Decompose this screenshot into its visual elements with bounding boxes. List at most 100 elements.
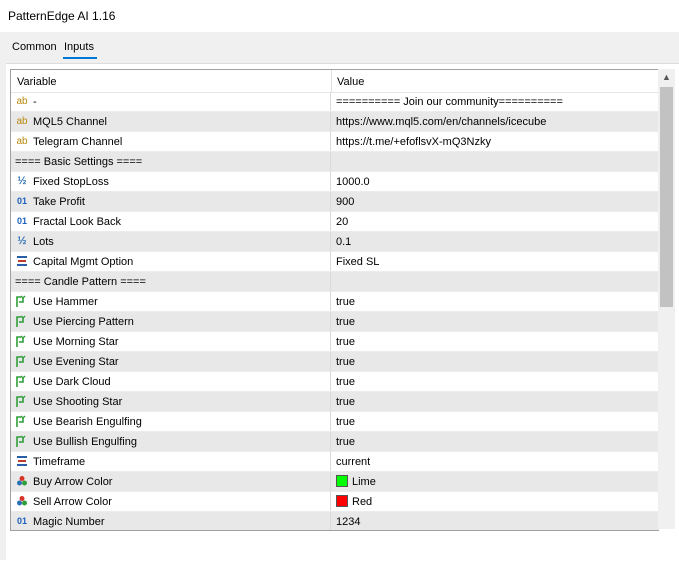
row-value-cell[interactable]	[332, 152, 659, 171]
color-type-icon	[15, 475, 29, 488]
grid-rows: ab - ========== Join our community========…	[11, 92, 659, 530]
table-row[interactable]: ==== Basic Settings ====	[11, 152, 659, 172]
table-row[interactable]: Timeframe current	[11, 452, 659, 472]
grid-header: Variable Value	[11, 70, 659, 93]
scroll-up-icon[interactable]: ▲	[660, 71, 673, 84]
header-separator	[331, 70, 332, 92]
table-row[interactable]: Buy Arrow Color Lime	[11, 472, 659, 492]
row-variable-name: MQL5 Channel	[33, 116, 107, 128]
header-value[interactable]: Value	[337, 76, 364, 88]
scroll-thumb[interactable]	[660, 87, 673, 307]
row-value-cell[interactable]: true	[332, 432, 659, 451]
row-value[interactable]: https://www.mql5.com/en/channels/icecube	[336, 116, 546, 128]
row-value[interactable]: 20	[336, 216, 348, 228]
row-value-cell[interactable]: true	[332, 352, 659, 371]
row-variable-name: ==== Basic Settings ====	[15, 156, 143, 168]
table-row[interactable]: ab - ========== Join our community========…	[11, 92, 659, 112]
string-type-icon: ab	[16, 96, 28, 107]
row-variable-cell: Sell Arrow Color	[11, 492, 331, 511]
row-value-cell[interactable]: true	[332, 292, 659, 311]
table-row[interactable]: 01 Magic Number 1234	[11, 512, 659, 530]
header-variable[interactable]: Variable	[17, 76, 57, 88]
table-row[interactable]: Use Bearish Engulfing true	[11, 412, 659, 432]
row-value-cell[interactable]: true	[332, 312, 659, 331]
row-value[interactable]: Fixed SL	[336, 256, 379, 268]
table-row[interactable]: Use Evening Star true	[11, 352, 659, 372]
bool-type-icon	[15, 335, 29, 348]
table-row[interactable]: Use Hammer true	[11, 292, 659, 312]
row-variable-name: Sell Arrow Color	[33, 496, 112, 508]
inputs-grid: Variable Value ab - ========== Join our co…	[10, 69, 659, 531]
row-value-cell[interactable]: https://www.mql5.com/en/channels/icecube	[332, 112, 659, 131]
row-value[interactable]: true	[336, 356, 355, 368]
table-row[interactable]: Sell Arrow Color Red	[11, 492, 659, 512]
active-tab-indicator	[63, 57, 97, 59]
row-value-cell[interactable]: 20	[332, 212, 659, 231]
row-variable-name: Lots	[33, 236, 54, 248]
row-value-cell[interactable]: 1234	[332, 512, 659, 530]
table-row[interactable]: Use Dark Cloud true	[11, 372, 659, 392]
row-value-cell[interactable]: true	[332, 392, 659, 411]
tab-inputs[interactable]: Inputs	[64, 41, 94, 53]
row-variable-name: Telegram Channel	[33, 136, 123, 148]
row-variable-cell: ab -	[11, 92, 331, 111]
row-value[interactable]: 1000.0	[336, 176, 370, 188]
row-value-cell[interactable]: ========== Join our community==========	[332, 92, 659, 111]
table-row[interactable]: ab Telegram Channel https://t.me/+efoflsvX…	[11, 132, 659, 152]
table-row[interactable]: Use Shooting Star true	[11, 392, 659, 412]
row-value[interactable]: true	[336, 436, 355, 448]
bool-type-icon	[15, 415, 29, 428]
table-row[interactable]: Use Piercing Pattern true	[11, 312, 659, 332]
row-value[interactable]: true	[336, 336, 355, 348]
row-value-cell[interactable]	[332, 272, 659, 291]
row-variable-cell: Capital Mgmt Option	[11, 252, 331, 271]
row-value-cell[interactable]: 900	[332, 192, 659, 211]
row-variable-name: -	[33, 96, 37, 108]
row-value-cell[interactable]: https://t.me/+efoflsvX-mQ3Nzky	[332, 132, 659, 151]
row-value[interactable]: 900	[336, 196, 354, 208]
table-row[interactable]: 01 Fractal Look Back 20	[11, 212, 659, 232]
integer-type-icon: 01	[16, 516, 27, 526]
row-value-cell[interactable]: 1000.0	[332, 172, 659, 191]
row-variable-name: Magic Number	[33, 516, 105, 528]
row-value[interactable]: Lime	[352, 476, 376, 488]
row-value[interactable]: current	[336, 456, 370, 468]
row-value[interactable]: true	[336, 416, 355, 428]
table-row[interactable]: ½ Lots 0.1	[11, 232, 659, 252]
row-value-cell[interactable]: true	[332, 372, 659, 391]
color-swatch[interactable]	[336, 475, 348, 487]
tab-common[interactable]: Common	[12, 41, 57, 53]
row-value[interactable]: Red	[352, 496, 372, 508]
row-variable-cell: 01 Magic Number	[11, 512, 331, 530]
row-value[interactable]: true	[336, 376, 355, 388]
row-variable-cell: Use Evening Star	[11, 352, 331, 371]
row-value[interactable]: true	[336, 296, 355, 308]
row-value-cell[interactable]: true	[332, 412, 659, 431]
table-row[interactable]: ==== Candle Pattern ====	[11, 272, 659, 292]
row-variable-name: ==== Candle Pattern ====	[15, 276, 146, 288]
row-value-cell[interactable]: 0.1	[332, 232, 659, 251]
color-swatch[interactable]	[336, 495, 348, 507]
vertical-scrollbar[interactable]: ▲	[658, 69, 675, 529]
row-value[interactable]: true	[336, 396, 355, 408]
row-value-cell[interactable]: Lime	[332, 472, 659, 491]
row-value[interactable]: 1234	[336, 516, 360, 528]
window-title: PatternEdge AI 1.16	[8, 9, 116, 23]
row-value-cell[interactable]: Red	[332, 492, 659, 511]
row-value[interactable]: true	[336, 316, 355, 328]
row-value[interactable]: 0.1	[336, 236, 351, 248]
table-row[interactable]: ½ Fixed StopLoss 1000.0	[11, 172, 659, 192]
row-variable-name: Use Hammer	[33, 296, 98, 308]
table-row[interactable]: ab MQL5 Channel https://www.mql5.com/en/ch…	[11, 112, 659, 132]
row-variable-name: Use Bearish Engulfing	[33, 416, 142, 428]
row-value-cell[interactable]: current	[332, 452, 659, 471]
table-row[interactable]: Capital Mgmt Option Fixed SL	[11, 252, 659, 272]
table-row[interactable]: Use Morning Star true	[11, 332, 659, 352]
row-value[interactable]: https://t.me/+efoflsvX-mQ3Nzky	[336, 136, 491, 148]
bool-type-icon	[15, 375, 29, 388]
table-row[interactable]: 01 Take Profit 900	[11, 192, 659, 212]
table-row[interactable]: Use Bullish Engulfing true	[11, 432, 659, 452]
row-value[interactable]: ========== Join our community==========	[336, 96, 563, 108]
row-value-cell[interactable]: Fixed SL	[332, 252, 659, 271]
row-value-cell[interactable]: true	[332, 332, 659, 351]
